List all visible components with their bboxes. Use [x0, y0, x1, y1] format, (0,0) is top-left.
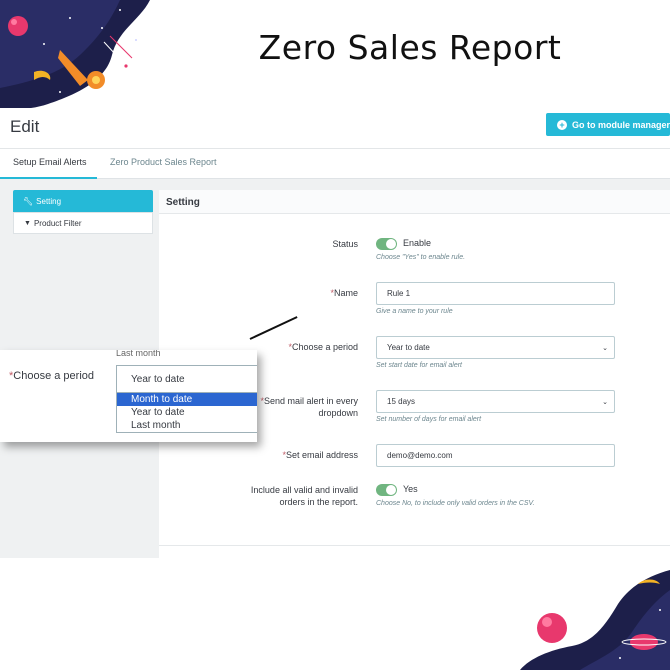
include-orders-label: Include all valid and invalid orders in t…	[250, 485, 358, 507]
send-alert-label: *Send mail alert in every dropdown	[260, 396, 358, 418]
sidebar-item-setting[interactable]: 🔧︎ Setting	[13, 190, 153, 212]
zoom-callout: Last month *Choose a period Year to date…	[0, 350, 257, 442]
sidebar: 🔧︎ Setting ▼ Product Filter	[13, 190, 153, 234]
option-last-month[interactable]: Last month	[117, 419, 257, 432]
cut-off-option: Last month	[116, 350, 161, 356]
wrench-icon: 🔧︎	[23, 196, 34, 206]
panel-divider	[159, 545, 670, 546]
zoom-period-select[interactable]: Year to date	[116, 365, 257, 393]
status-value: Enable	[403, 238, 432, 248]
name-label: *Name	[330, 288, 358, 298]
name-input[interactable]: Rule 1	[376, 282, 615, 305]
period-select[interactable]: Year to date ⌄	[376, 336, 615, 359]
option-month-to-date[interactable]: Month to date	[117, 393, 257, 406]
chevron-down-icon: ⌄	[602, 399, 608, 406]
space-decoration-bottom-right	[520, 570, 670, 670]
period-label: *Choose a period	[288, 342, 358, 352]
filter-icon: ▼	[24, 219, 31, 227]
tab-bar: Setup Email Alerts Zero Product Sales Re…	[0, 148, 670, 179]
go-to-module-manager-button[interactable]: + Go to module manager	[546, 113, 670, 136]
status-toggle[interactable]	[376, 238, 397, 250]
period-dropdown-list: Month to date Year to date Last month	[116, 392, 257, 433]
admin-app: Edit + Go to module manager Setup Email …	[0, 108, 670, 558]
include-orders-toggle[interactable]	[376, 484, 397, 496]
active-tab-indicator	[0, 177, 97, 179]
page-title: Zero Sales Report	[258, 28, 562, 67]
sidebar-item-label: Setting	[36, 196, 62, 206]
include-orders-hint: Choose No, to include only valid orders …	[376, 500, 535, 507]
name-hint: Give a name to your rule	[376, 308, 453, 315]
status-label: Status	[332, 239, 358, 249]
edit-title: Edit	[10, 117, 40, 136]
page-header: Edit + Go to module manager	[0, 108, 670, 148]
status-hint: Choose "Yes" to enable rule.	[376, 254, 466, 261]
space-decoration-top-left	[0, 0, 150, 110]
zoom-period-label: *Choose a period	[9, 370, 95, 382]
sidebar-item-label: Product Filter	[33, 218, 82, 228]
panel-title: Setting	[159, 190, 670, 214]
send-alert-hint: Set number of days for email alert	[376, 416, 482, 423]
email-input[interactable]: demo@demo.com	[376, 444, 615, 467]
chevron-down-icon: ⌄	[602, 345, 608, 352]
sidebar-item-product-filter[interactable]: ▼ Product Filter	[13, 212, 153, 234]
tab-setup-email-alerts[interactable]: Setup Email Alerts	[13, 157, 87, 167]
option-year-to-date[interactable]: Year to date	[117, 406, 257, 419]
send-alert-select[interactable]: 15 days ⌄	[376, 390, 615, 413]
period-hint: Set start date for email alert	[376, 362, 462, 369]
include-orders-value: Yes	[403, 484, 418, 494]
circle-plus-icon: +	[557, 119, 567, 130]
email-label: *Set email address	[282, 450, 358, 460]
tab-zero-product-sales-report[interactable]: Zero Product Sales Report	[110, 157, 217, 167]
module-button-label: Go to module manager	[572, 119, 670, 130]
